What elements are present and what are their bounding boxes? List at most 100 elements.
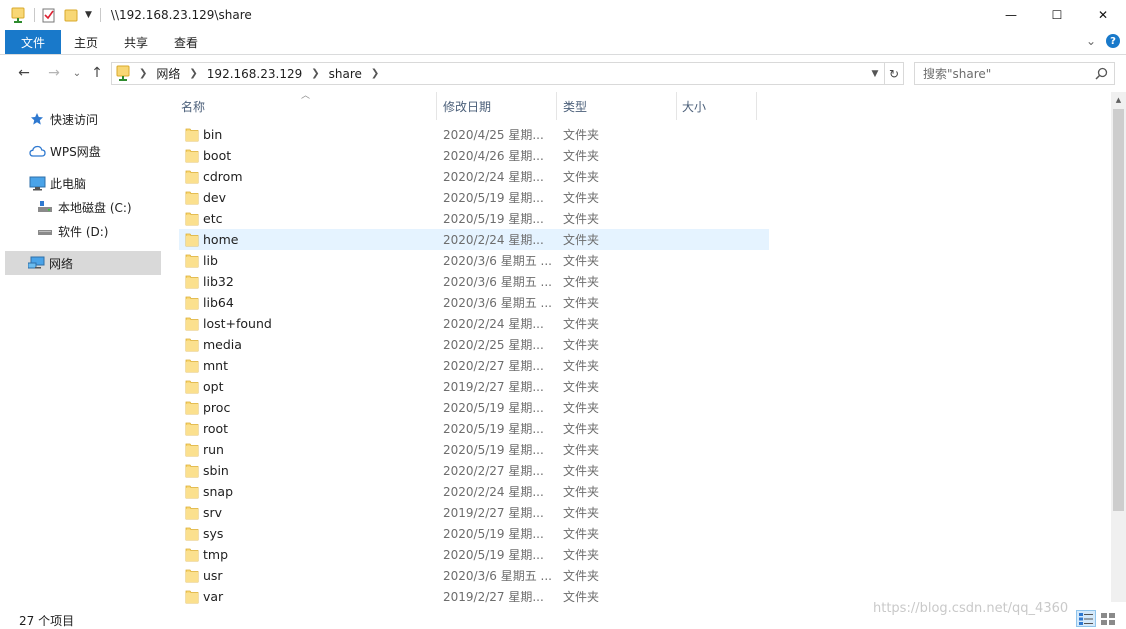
folder-icon: [185, 379, 199, 397]
column-divider[interactable]: [556, 92, 557, 120]
folder-icon: [185, 358, 199, 376]
file-date: 2019/2/27 星期...: [443, 506, 544, 520]
search-input[interactable]: 搜索"share": [914, 62, 1115, 85]
large-icons-view-icon[interactable]: [1098, 610, 1118, 627]
address-bar[interactable]: ❯ 网络 ❯ 192.168.23.129 ❯ share ❯ ▼: [111, 62, 885, 85]
file-type: 文件夹: [563, 254, 600, 268]
recent-locations-button[interactable]: ⌄: [68, 64, 86, 82]
maximize-button[interactable]: ☐: [1034, 0, 1080, 30]
help-icon[interactable]: ?: [1106, 34, 1120, 48]
file-row[interactable]: bin 2020/4/25 星期... 文件夹: [179, 124, 769, 145]
file-name: sbin: [203, 463, 229, 478]
file-row[interactable]: sys 2020/5/19 星期... 文件夹: [179, 523, 769, 544]
folder-icon: [185, 589, 199, 607]
file-name: opt: [203, 379, 224, 394]
search-placeholder: 搜索"share": [923, 67, 992, 81]
expand-ribbon-icon[interactable]: ⌄: [1086, 34, 1096, 48]
close-button[interactable]: ✕: [1080, 0, 1126, 30]
column-divider[interactable]: [676, 92, 677, 120]
file-row[interactable]: sbin 2020/2/27 星期... 文件夹: [179, 460, 769, 481]
file-name: home: [203, 232, 239, 247]
tab-view[interactable]: 查看: [161, 30, 211, 54]
back-button[interactable]: ←: [15, 64, 33, 82]
folder-icon: [185, 316, 199, 334]
file-row[interactable]: lib 2020/3/6 星期五 ... 文件夹: [179, 250, 769, 271]
address-dropdown-icon[interactable]: ▼: [866, 63, 884, 84]
sidebar-item-quick-access[interactable]: 快速访问: [28, 107, 98, 131]
file-row[interactable]: proc 2020/5/19 星期... 文件夹: [179, 397, 769, 418]
sidebar-item-drive-c[interactable]: 本地磁盘 (C:): [36, 195, 132, 219]
file-row[interactable]: cdrom 2020/2/24 星期... 文件夹: [179, 166, 769, 187]
scroll-up-icon[interactable]: ▲: [1111, 92, 1126, 107]
breadcrumb-host[interactable]: 192.168.23.129: [207, 67, 302, 81]
file-row[interactable]: opt 2019/2/27 星期... 文件夹: [179, 376, 769, 397]
file-row[interactable]: usr 2020/3/6 星期五 ... 文件夹: [179, 565, 769, 586]
column-header-size[interactable]: 大小: [682, 92, 755, 120]
file-row[interactable]: srv 2019/2/27 星期... 文件夹: [179, 502, 769, 523]
view-switcher: [1076, 610, 1118, 627]
file-row[interactable]: media 2020/2/25 星期... 文件夹: [179, 334, 769, 355]
file-row[interactable]: lost+found 2020/2/24 星期... 文件夹: [179, 313, 769, 334]
file-row[interactable]: root 2020/5/19 星期... 文件夹: [179, 418, 769, 439]
file-row[interactable]: boot 2020/4/26 星期... 文件夹: [179, 145, 769, 166]
column-header-name[interactable]: 名称: [181, 92, 436, 120]
tab-share[interactable]: 共享: [111, 30, 161, 54]
column-header-type[interactable]: 类型: [563, 92, 676, 120]
vertical-scrollbar[interactable]: ▲: [1111, 92, 1126, 602]
properties-icon[interactable]: [41, 6, 57, 24]
file-type: 文件夹: [563, 338, 600, 352]
window-title: \\192.168.23.129\share: [110, 8, 252, 22]
sidebar-item-network[interactable]: 网络: [5, 251, 161, 275]
column-header-date[interactable]: 修改日期: [443, 92, 556, 120]
file-name: lib: [203, 253, 218, 268]
folder-icon: [185, 211, 199, 229]
file-type: 文件夹: [563, 170, 600, 184]
details-view-icon[interactable]: [1076, 610, 1096, 627]
chevron-right-icon[interactable]: ❯: [139, 68, 147, 79]
file-row[interactable]: lib32 2020/3/6 星期五 ... 文件夹: [179, 271, 769, 292]
file-row[interactable]: run 2020/5/19 星期... 文件夹: [179, 439, 769, 460]
chevron-right-icon[interactable]: ❯: [371, 68, 379, 79]
file-row[interactable]: etc 2020/5/19 星期... 文件夹: [179, 208, 769, 229]
file-row[interactable]: home 2020/2/24 星期... 文件夹: [179, 229, 769, 250]
search-icon[interactable]: [1095, 67, 1108, 83]
up-button[interactable]: ↑: [88, 64, 106, 82]
refresh-button[interactable]: ↻: [885, 62, 904, 85]
file-type: 文件夹: [563, 233, 600, 247]
folder-icon: [185, 337, 199, 355]
sidebar-item-this-pc[interactable]: 此电脑: [28, 171, 86, 195]
file-name: root: [203, 421, 229, 436]
file-row[interactable]: var 2019/2/27 星期... 文件夹: [179, 586, 769, 607]
sidebar-item-wps-cloud[interactable]: WPS网盘: [28, 139, 101, 163]
column-divider[interactable]: [756, 92, 757, 120]
column-divider[interactable]: [436, 92, 437, 120]
forward-button[interactable]: →: [45, 64, 63, 82]
file-row[interactable]: lib64 2020/3/6 星期五 ... 文件夹: [179, 292, 769, 313]
title-bar: ▼ \\192.168.23.129\share — ☐ ✕: [0, 0, 1126, 30]
sidebar-item-drive-d[interactable]: 软件 (D:): [36, 219, 108, 243]
file-name: lost+found: [203, 316, 272, 331]
file-name: snap: [203, 484, 234, 499]
chevron-right-icon[interactable]: ❯: [311, 68, 319, 79]
ribbon-tabs: 文件 主页 共享 查看 ⌄ ?: [0, 30, 1126, 55]
file-date: 2020/2/24 星期...: [443, 233, 544, 247]
scrollbar-thumb[interactable]: [1113, 109, 1124, 511]
minimize-button[interactable]: —: [988, 0, 1034, 30]
customize-toolbar-icon[interactable]: ▼: [85, 10, 92, 20]
file-date: 2019/2/27 星期...: [443, 380, 544, 394]
tab-home[interactable]: 主页: [61, 30, 111, 54]
file-date: 2020/5/19 星期...: [443, 527, 544, 541]
file-date: 2020/5/19 星期...: [443, 422, 544, 436]
tab-file[interactable]: 文件: [5, 30, 61, 54]
network-folder-icon[interactable]: [10, 6, 26, 24]
file-row[interactable]: snap 2020/2/24 星期... 文件夹: [179, 481, 769, 502]
file-row[interactable]: mnt 2020/2/27 星期... 文件夹: [179, 355, 769, 376]
toolbar-separator: [99, 8, 101, 22]
new-folder-icon[interactable]: [63, 6, 79, 24]
chevron-right-icon[interactable]: ❯: [189, 68, 197, 79]
file-row[interactable]: tmp 2020/5/19 星期... 文件夹: [179, 544, 769, 565]
breadcrumb-share[interactable]: share: [329, 67, 362, 81]
navigation-pane: 快速访问 WPS网盘 此电脑 本地磁盘 (C:) 软件 (D:) 网络: [0, 92, 163, 602]
breadcrumb-network[interactable]: 网络: [156, 65, 180, 82]
file-row[interactable]: dev 2020/5/19 星期... 文件夹: [179, 187, 769, 208]
